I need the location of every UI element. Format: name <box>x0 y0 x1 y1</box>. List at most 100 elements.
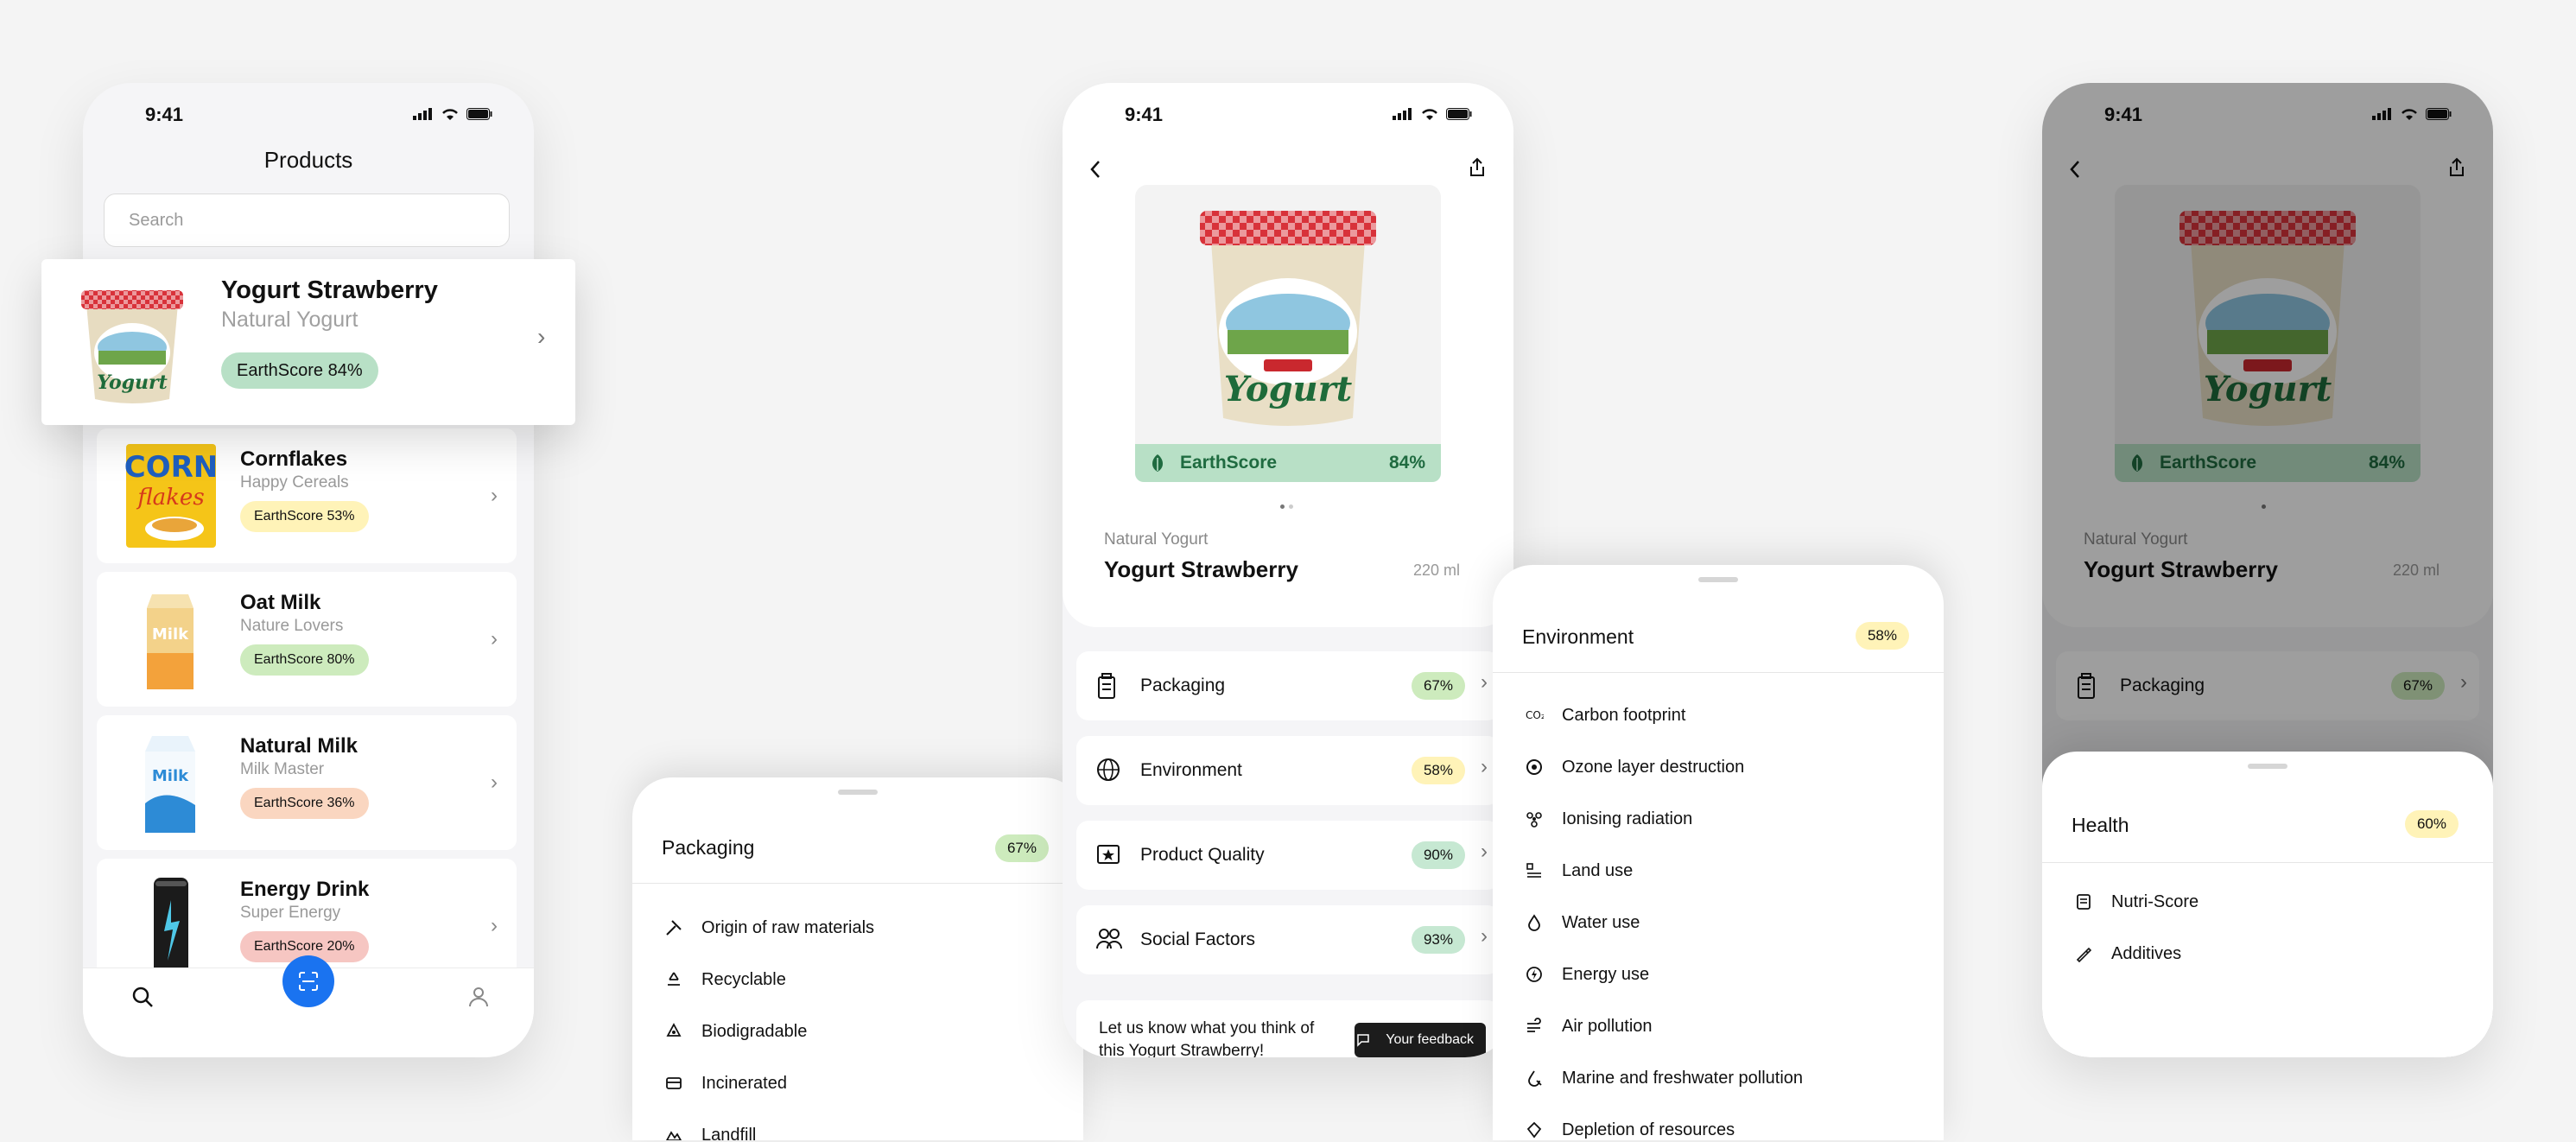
energy-drink-image <box>114 869 226 983</box>
svg-text:CORN: CORN <box>124 450 219 485</box>
radiation-icon <box>1522 807 1546 831</box>
product-name: Yogurt Strawberry <box>1104 556 1298 582</box>
cornflakes-image: CORN flakes <box>114 439 226 553</box>
environment-sheet-items: CO₂ Carbon footprint Ozone layer destruct… <box>1493 565 1944 1140</box>
quality-star-icon <box>1097 845 1120 864</box>
profile-icon[interactable] <box>468 986 489 1008</box>
list-item[interactable]: CORN flakes Cornflakes Happy Cereals Eart… <box>97 428 517 563</box>
earthscore-label: EarthScore <box>1180 453 1278 473</box>
score-pill: 58% <box>1411 757 1465 784</box>
sheet-item[interactable]: Biodigradable <box>662 1019 807 1044</box>
sheet-item-label: Nutri-Score <box>2111 891 2199 911</box>
sheet-item-label: Origin of raw materials <box>701 917 875 937</box>
category-label: Environment <box>1140 760 1242 780</box>
packaging-icon <box>1098 673 1115 699</box>
sheet-item[interactable]: Recyclable <box>662 968 786 992</box>
sheet-item-label: Land use <box>1562 860 1634 880</box>
back-icon[interactable] <box>1088 159 1102 180</box>
category-row-packaging[interactable]: Packaging 67% › <box>1076 651 1500 720</box>
chevron-right-icon: › <box>491 484 498 507</box>
category-label: Packaging <box>1140 676 1226 695</box>
feedback-card: Let us know what you think of this Yogur… <box>1076 1000 1500 1057</box>
scan-button[interactable] <box>282 955 334 1007</box>
feedback-text: Let us know what you think of this Yogur… <box>1099 1019 1315 1057</box>
category-label: Social Factors <box>1140 929 1256 949</box>
product-image: Yogurt <box>1135 185 1441 482</box>
chevron-right-icon: › <box>1481 670 1488 694</box>
sheet-item-label: Depletion of resources <box>1562 1120 1735 1139</box>
svg-text:Yogurt: Yogurt <box>97 371 168 394</box>
sheet-title: Health <box>2072 814 2129 836</box>
feedback-button-label: Your feedback <box>1386 1032 1474 1047</box>
recycle-icon <box>662 968 686 992</box>
list-item[interactable]: Milk Natural Milk Milk Master EarthScore… <box>97 715 517 850</box>
sheet-item-label: Ozone layer destruction <box>1562 757 1745 777</box>
category-row-social-factors[interactable]: Social Factors 93% › <box>1076 905 1500 974</box>
incinerated-icon <box>662 1071 686 1095</box>
product-name: Natural Milk <box>240 734 358 758</box>
product-detail-phone: 9:41 Yogurt EarthScore 84% Natural Yogur… <box>1063 83 1513 1057</box>
feedback-button[interactable]: Your feedback <box>1355 1023 1486 1057</box>
product-name: Energy Drink <box>240 878 370 901</box>
sheet-item[interactable]: Depletion of resources <box>1522 1118 1735 1142</box>
share-icon[interactable] <box>1469 157 1486 178</box>
product-brand: Nature Lovers <box>240 617 344 635</box>
category-row-environment[interactable]: Environment 58% › <box>1076 736 1500 805</box>
sheet-item[interactable]: Marine and freshwater pollution <box>1522 1066 1803 1090</box>
product-name: Oat Milk <box>240 591 321 614</box>
category-row-product-quality[interactable]: Product Quality 90% › <box>1076 821 1500 890</box>
sheet-grabber[interactable] <box>2248 764 2287 769</box>
score-pill: 90% <box>1411 841 1465 869</box>
sheet-item[interactable]: Land use <box>1522 859 1633 883</box>
sheet-item[interactable]: Landfill <box>662 1123 756 1140</box>
chevron-right-icon: › <box>491 771 498 794</box>
svg-text:Milk: Milk <box>152 625 189 644</box>
sheet-item[interactable]: Origin of raw materials <box>662 916 874 940</box>
sheet-item[interactable]: Nutri-Score <box>2072 890 2198 914</box>
sheet-item[interactable]: Ozone layer destruction <box>1522 755 1744 779</box>
battery-icon <box>1446 108 1472 120</box>
sheet-item-label: Water use <box>1562 912 1640 932</box>
yogurt-thumbnail: Yogurt <box>67 278 197 408</box>
product-brand: Super Energy <box>240 904 341 922</box>
sheet-grabber[interactable] <box>838 790 878 795</box>
water-drop-icon <box>1522 910 1546 935</box>
sheet-item[interactable]: Energy use <box>1522 962 1649 987</box>
wifi-icon <box>1422 109 1437 120</box>
product-list-phone: 9:41 Products Search CORN flakes Cornflak… <box>83 83 534 1057</box>
feedback-icon <box>1357 1034 1369 1047</box>
chevron-right-icon: › <box>491 914 498 937</box>
sheet-item[interactable]: Additives <box>2072 942 2181 966</box>
earthscore-value: 84% <box>1388 453 1425 473</box>
sheet-item[interactable]: Water use <box>1522 910 1640 935</box>
featured-product-card[interactable]: Yogurt Yogurt Strawberry Natural Yogurt … <box>41 259 575 425</box>
earthscore-badge: EarthScore 80% <box>240 644 369 676</box>
origin-icon <box>662 916 686 940</box>
sheet-item-label: Incinerated <box>701 1073 787 1093</box>
sheet-title: Packaging <box>662 836 755 859</box>
sheet-item[interactable]: Incinerated <box>662 1071 787 1095</box>
chevron-right-icon: › <box>1481 924 1488 948</box>
search-placeholder: Search <box>129 211 184 230</box>
score-pill: 67% <box>994 834 1049 862</box>
list-item[interactable]: Milk Oat Milk Nature Lovers EarthScore 8… <box>97 572 517 707</box>
leaf-icon <box>1152 454 1163 472</box>
search-icon[interactable] <box>131 986 154 1008</box>
scan-icon <box>299 972 318 991</box>
product-brand: Happy Cereals <box>240 473 349 492</box>
sheet-item-label: Biodigradable <box>701 1021 808 1041</box>
globe-icon <box>1097 758 1120 781</box>
sheet-item-label: Ionising radiation <box>1562 809 1693 828</box>
search-input[interactable]: Search <box>104 194 510 247</box>
sheet-item[interactable]: Air pollution <box>1522 1014 1653 1038</box>
sheet-item-label: Carbon footprint <box>1562 705 1686 725</box>
score-pill: 93% <box>1411 926 1465 954</box>
svg-text:Yogurt: Yogurt <box>1224 369 1353 409</box>
sheet-item[interactable]: CO₂ Carbon footprint <box>1522 703 1685 727</box>
chevron-right-icon: › <box>491 627 498 650</box>
product-brand: Natural Yogurt <box>1104 530 1209 549</box>
status-time: 9:41 <box>1125 104 1164 125</box>
signal-icon <box>413 108 432 120</box>
sheet-item[interactable]: Ionising radiation <box>1522 807 1692 831</box>
health-phone: 9:41 Yogurt EarthScore 84% Natural Yogur… <box>2042 83 2493 1057</box>
